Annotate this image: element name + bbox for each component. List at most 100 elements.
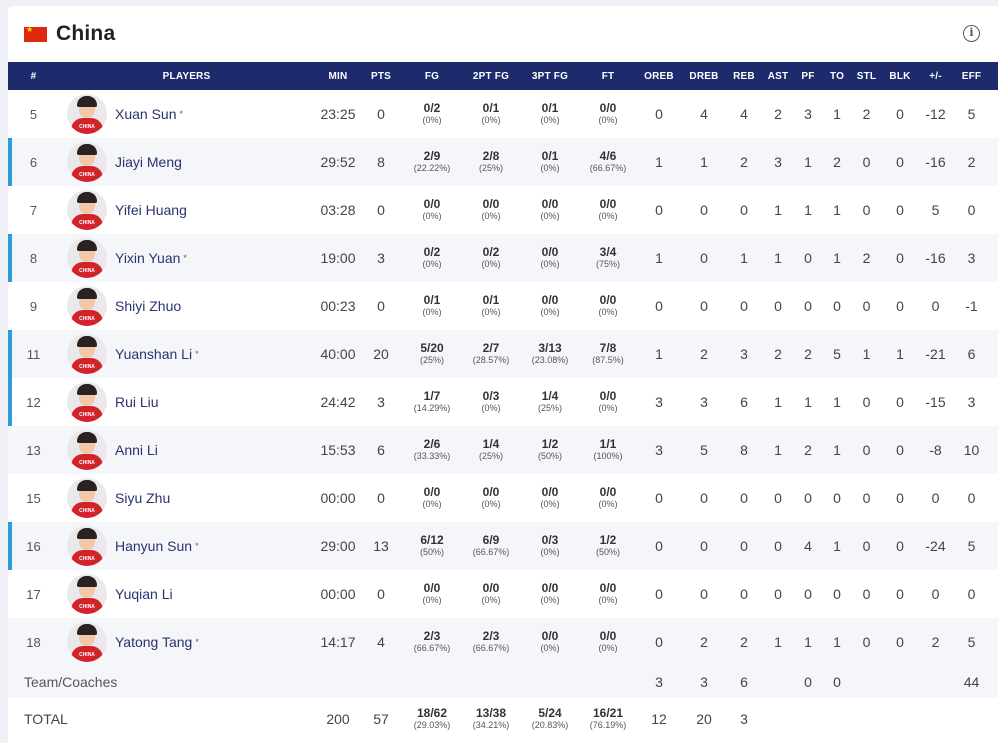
fg3-made: 0/0 — [541, 581, 559, 595]
info-icon[interactable]: i — [963, 25, 980, 42]
stat-pm: 5 — [931, 202, 940, 218]
starter-marker: * — [183, 253, 187, 263]
column-header[interactable]: 2PT FG — [464, 62, 518, 90]
minutes: 14:17 — [320, 634, 356, 650]
player-avatar[interactable] — [67, 334, 107, 374]
column-header[interactable]: PTS — [362, 62, 400, 90]
fg2-made: 0/2 — [482, 245, 500, 259]
column-header[interactable]: +/- — [917, 62, 954, 90]
fg-pct: (22.22%) — [413, 163, 451, 173]
minutes: 00:00 — [320, 490, 356, 506]
points: 20 — [373, 346, 389, 362]
column-header[interactable]: FT — [582, 62, 634, 90]
stat-reb: 0 — [740, 298, 748, 314]
player-cell: Xuan Sun* — [59, 90, 314, 138]
points: 0 — [377, 298, 385, 314]
stat-dreb: 0 — [700, 202, 708, 218]
player-avatar[interactable] — [67, 94, 107, 134]
fg-made: 6/12 — [420, 533, 444, 547]
column-header[interactable]: PF — [792, 62, 824, 90]
team-coaches-row: Team/Coaches 3 3 6 0 0 44 — [8, 666, 998, 698]
column-header[interactable]: # — [8, 62, 59, 90]
player-name-link[interactable]: Xuan Sun — [115, 106, 177, 122]
fg2-made: 2/3 — [482, 629, 500, 643]
starter-marker: * — [179, 109, 184, 119]
starter-marker: * — [195, 637, 199, 647]
player-name-link[interactable]: Yuqian Li — [115, 586, 173, 602]
stat-ast: 0 — [774, 298, 782, 314]
team-pm — [917, 666, 954, 698]
stat-reb: 2 — [740, 634, 748, 650]
column-header[interactable]: STL — [850, 62, 883, 90]
jersey-number: 9 — [29, 298, 38, 314]
team-eff: 44 — [963, 674, 980, 690]
player-name-link[interactable]: Hanyun Sun — [115, 538, 192, 554]
total-empty — [954, 698, 989, 740]
fg2-cell: 0/3 (0%) — [464, 378, 518, 426]
player-avatar[interactable] — [67, 238, 107, 278]
player-name-link[interactable]: Rui Liu — [115, 394, 159, 410]
player-avatar[interactable] — [67, 142, 107, 182]
player-avatar[interactable] — [67, 574, 107, 614]
fg3-cell: 0/1 (0%) — [518, 90, 582, 138]
stat-reb: 4 — [740, 106, 748, 122]
column-header[interactable]: BLK — [883, 62, 917, 90]
fg3-pct: (0%) — [540, 643, 560, 653]
column-header[interactable]: AST — [764, 62, 792, 90]
column-header[interactable]: MIN — [314, 62, 362, 90]
fg2-cell: 0/0 (0%) — [464, 186, 518, 234]
fg-made: 2/3 — [423, 629, 441, 643]
fg2-made: 0/1 — [482, 293, 500, 307]
column-header[interactable]: PLAYERS — [59, 62, 314, 90]
fg-made: 2/9 — [423, 149, 441, 163]
player-avatar[interactable] — [67, 478, 107, 518]
column-header[interactable]: 3PT FG — [518, 62, 582, 90]
fg2-pct: (0%) — [481, 307, 501, 317]
jersey-number: 12 — [8, 378, 59, 426]
player-name-link[interactable]: Yuanshan Li — [115, 346, 192, 362]
spacer — [989, 618, 998, 666]
spacer — [989, 426, 998, 474]
player-avatar[interactable] — [67, 190, 107, 230]
fg-cell: 18/62 (29.03%) — [400, 698, 464, 740]
column-header[interactable]: EFF — [954, 62, 989, 90]
spacer — [989, 522, 998, 570]
player-name-link[interactable]: Yixin Yuan — [115, 250, 180, 266]
player-cell: Jiayi Meng — [59, 138, 314, 186]
ft-pct: (50%) — [595, 547, 620, 557]
player-name-link[interactable]: Yatong Tang — [115, 634, 192, 650]
player-avatar[interactable] — [67, 622, 107, 662]
player-row: 12Rui Liu24:4231/7(14.29%)0/3(0%)1/4(25%… — [8, 378, 998, 426]
column-header[interactable]: DREB — [684, 62, 724, 90]
column-header[interactable]: FG — [400, 62, 464, 90]
stat-reb: 0 — [740, 586, 748, 602]
fg2-pct: (0%) — [481, 259, 501, 269]
player-name-link[interactable]: Jiayi Meng — [115, 154, 182, 170]
stat-to: 2 — [833, 154, 841, 170]
player-avatar[interactable] — [67, 430, 107, 470]
fg2-pct: (34.21%) — [472, 720, 510, 730]
spacer — [989, 378, 998, 426]
player-name-link[interactable]: Yifei Huang — [115, 202, 187, 218]
column-header[interactable]: TO — [824, 62, 850, 90]
stat-dreb: 0 — [700, 586, 708, 602]
stat-eff: 6 — [967, 346, 976, 362]
player-avatar[interactable] — [67, 526, 107, 566]
player-cell: Rui Liu — [59, 378, 314, 426]
stat-eff: 10 — [963, 442, 980, 458]
player-name-link[interactable]: Siyu Zhu — [115, 490, 170, 506]
player-avatar[interactable] — [67, 286, 107, 326]
player-avatar[interactable] — [67, 382, 107, 422]
stat-stl: 0 — [862, 490, 871, 506]
fg3-made: 3/13 — [538, 341, 562, 355]
total-reb: 3 — [740, 711, 748, 727]
player-name-link[interactable]: Anni Li — [115, 442, 158, 458]
player-name-link[interactable]: Shiyi Zhuo — [115, 298, 181, 314]
player-cell: Yixin Yuan* — [59, 234, 314, 282]
fg3-pct: (0%) — [540, 163, 560, 173]
column-header[interactable]: REB — [724, 62, 764, 90]
column-header[interactable]: OREB — [634, 62, 684, 90]
fg2-pct: (0%) — [481, 115, 501, 125]
stat-pf: 1 — [804, 154, 812, 170]
fg-cell: 1/7 (14.29%) — [400, 378, 464, 426]
